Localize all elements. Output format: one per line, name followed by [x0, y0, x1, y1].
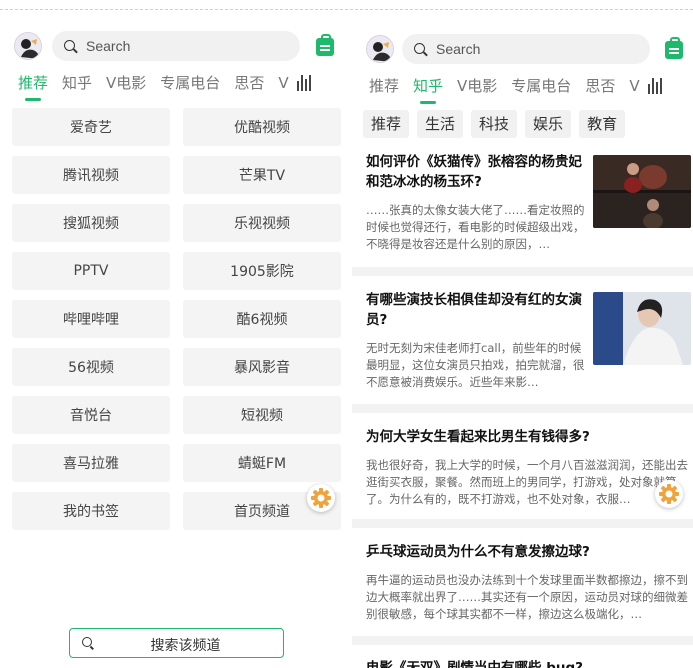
- article-excerpt: 再牛逼的运动员也没办法练到十个发球里面半数都擦边，擦不到边大概率就出界了……其实…: [366, 573, 688, 621]
- voice-bars-icon[interactable]: [647, 77, 662, 94]
- article-title: 乒乓球运动员为什么不有意发擦边球?: [366, 544, 590, 560]
- tab-sifou[interactable]: 思否: [585, 75, 615, 96]
- article-title: 有哪些演技长相俱佳却没有红的女演员?: [366, 292, 582, 328]
- channel-grid: 爱奇艺 优酷视频 腾讯视频 芒果TV 搜狐视频 乐视视频 PPTV 1905影院…: [12, 108, 342, 530]
- tab-recommend[interactable]: 推荐: [369, 75, 399, 96]
- channel-ku6[interactable]: 酷6视频: [183, 300, 341, 338]
- chip-entertainment[interactable]: 娱乐: [525, 110, 572, 138]
- avatar-icon[interactable]: [14, 32, 42, 60]
- tab-vmovie[interactable]: V电影: [457, 75, 497, 96]
- channel-sohu[interactable]: 搜狐视频: [12, 204, 170, 242]
- gear-icon[interactable]: [307, 484, 335, 512]
- voice-bars-icon[interactable]: [296, 74, 311, 91]
- search-icon: [64, 40, 75, 51]
- channel-short-video[interactable]: 短视频: [183, 396, 341, 434]
- tab-v[interactable]: V: [629, 77, 639, 95]
- tab-zhihu[interactable]: 知乎: [62, 72, 92, 93]
- channel-ximalaya[interactable]: 喜马拉雅: [12, 444, 170, 482]
- article-title: 电影《无双》剧情当中有哪些 bug?: [366, 660, 583, 668]
- avatar-icon[interactable]: [366, 35, 394, 63]
- feed-separator: [352, 519, 693, 528]
- channel-letv[interactable]: 乐视视频: [183, 204, 341, 242]
- channel-1905[interactable]: 1905影院: [183, 252, 341, 290]
- left-screen: Search 推荐 知乎 V电影 专属电台 思否 V 爱奇艺 优酷视频 腾讯视频…: [0, 0, 350, 668]
- channel-tabs: 推荐 知乎 V电影 专属电台 思否 V: [18, 72, 311, 93]
- tab-radio[interactable]: 专属电台: [160, 72, 220, 93]
- channel-yinyuetai[interactable]: 音悦台: [12, 396, 170, 434]
- channel-iqiyi[interactable]: 爱奇艺: [12, 108, 170, 146]
- tab-radio[interactable]: 专属电台: [511, 75, 571, 96]
- channel-tabs: 推荐 知乎 V电影 专属电台 思否 V: [369, 75, 662, 96]
- article-item[interactable]: 乒乓球运动员为什么不有意发擦边球? 再牛逼的运动员也没办法练到十个发球里面半数都…: [366, 542, 693, 623]
- article-excerpt: ……张真的太像女装大佬了……看定妆照的时候也觉得还行，看电影的时候超级出戏，不晓…: [366, 203, 585, 251]
- feed-separator: [352, 267, 693, 276]
- channel-tencent[interactable]: 腾讯视频: [12, 156, 170, 194]
- subcategory-chips: 推荐 生活 科技 娱乐 教育: [363, 110, 626, 138]
- channel-bookmarks[interactable]: 我的书签: [12, 492, 170, 530]
- search-bar[interactable]: Search: [52, 31, 300, 61]
- gear-icon[interactable]: [655, 480, 683, 508]
- shopping-bag-icon[interactable]: [665, 37, 683, 59]
- article-excerpt: 我也很好奇，我上大学的时候，一个月八百滋滋润润，还能出去逛街买衣服，聚餐。然而班…: [366, 458, 688, 506]
- channel-youku[interactable]: 优酷视频: [183, 108, 341, 146]
- right-screen: Search 推荐 知乎 V电影 专属电台 思否 V 推荐 生活 科技 娱乐 教…: [352, 0, 693, 668]
- article-item[interactable]: 如何评价《妖猫传》张榕容的杨贵妃和范冰冰的杨玉环? ……张真的太像女装大佬了………: [366, 152, 588, 253]
- channel-baofeng[interactable]: 暴风影音: [183, 348, 341, 386]
- feed-separator: [352, 636, 693, 645]
- channel-mango[interactable]: 芒果TV: [183, 156, 341, 194]
- chip-education[interactable]: 教育: [579, 110, 626, 138]
- chip-life[interactable]: 生活: [417, 110, 464, 138]
- channel-qingting[interactable]: 蜻蜓FM: [183, 444, 341, 482]
- shopping-bag-icon[interactable]: [316, 34, 334, 56]
- article-item[interactable]: 有哪些演技长相俱佳却没有红的女演员? 无时无刻为宋佳老师打call，前些年的时候…: [366, 290, 588, 391]
- article-title: 如何评价《妖猫传》张榕容的杨贵妃和范冰冰的杨玉环?: [366, 154, 582, 190]
- tab-v[interactable]: V: [278, 74, 288, 92]
- chip-recommend[interactable]: 推荐: [363, 110, 410, 138]
- feed-separator: [352, 404, 693, 413]
- channel-56[interactable]: 56视频: [12, 348, 170, 386]
- tab-sifou[interactable]: 思否: [234, 72, 264, 93]
- search-icon: [414, 43, 425, 54]
- article-item[interactable]: 电影《无双》剧情当中有哪些 bug?: [366, 658, 693, 668]
- search-placeholder: Search: [86, 38, 131, 54]
- search-placeholder: Search: [436, 41, 481, 57]
- tab-zhihu[interactable]: 知乎: [413, 75, 443, 96]
- search-bar[interactable]: Search: [402, 34, 650, 64]
- article-item[interactable]: 为何大学女生看起来比男生有钱得多? 我也很好奇，我上大学的时候，一个月八百滋滋润…: [366, 427, 693, 508]
- chip-tech[interactable]: 科技: [471, 110, 518, 138]
- article-title: 为何大学女生看起来比男生有钱得多?: [366, 429, 590, 445]
- channel-search-label: 搜索该频道: [150, 638, 221, 654]
- article-thumbnail[interactable]: [593, 155, 691, 228]
- channel-search-button[interactable]: 搜索该频道: [69, 628, 284, 658]
- article-thumbnail[interactable]: [593, 292, 691, 365]
- tab-vmovie[interactable]: V电影: [106, 72, 146, 93]
- channel-pptv[interactable]: PPTV: [12, 252, 170, 290]
- article-excerpt: 无时无刻为宋佳老师打call，前些年的时候最明显，这位女演员只拍戏，拍完就溜，很…: [366, 341, 585, 389]
- channel-bilibili[interactable]: 哔哩哔哩: [12, 300, 170, 338]
- tab-recommend[interactable]: 推荐: [18, 72, 48, 93]
